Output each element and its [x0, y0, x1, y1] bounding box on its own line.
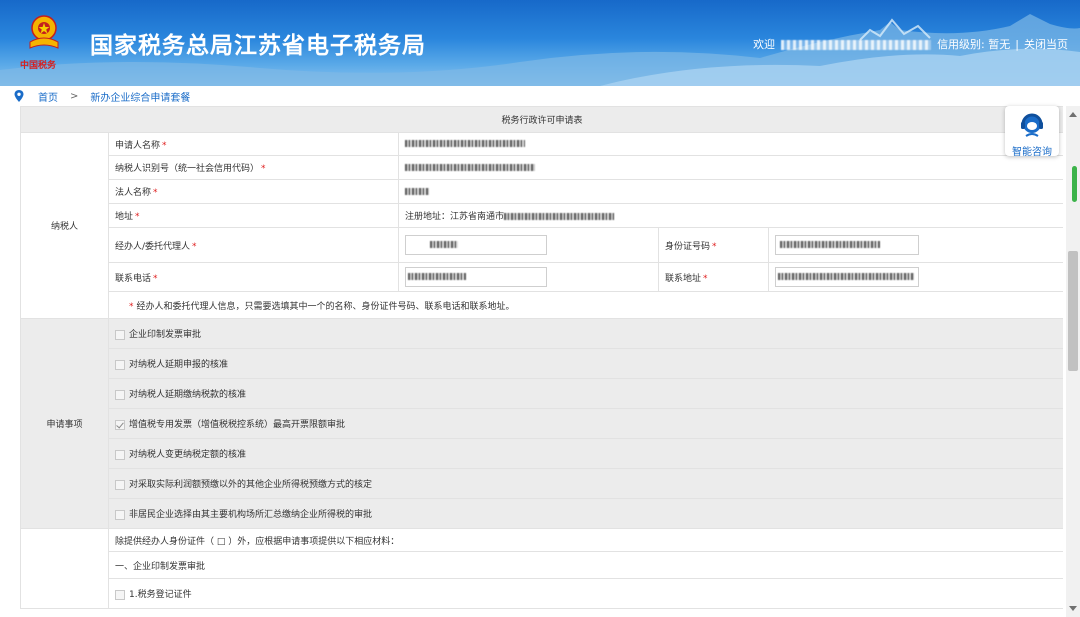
user-bar: 欢迎 信用级别: 暂无 | 关闭当页: [753, 36, 1068, 52]
phone-label: 联系电话 *: [108, 262, 399, 292]
phone-row: 联系电话 * 联系地址 *: [21, 262, 1063, 292]
materials-intro: 除提供经办人身份证件（ □ ）外，应根据申请事项提供以下相应材料：: [107, 528, 1063, 552]
breadcrumb: 首页 > 新办企业综合申请套餐: [0, 86, 1080, 106]
user-bar-separator: |: [1015, 38, 1019, 51]
matter-item-1: 企业印制发票审批: [107, 318, 1063, 349]
materials-heading-row: 一、企业印制发票审批: [21, 551, 1063, 579]
taxpayer-section-label: 纳税人: [20, 132, 109, 319]
matter-row-7: 非居民企业选择由其主要机构场所汇总缴纳企业所得税的审批: [21, 498, 1063, 529]
matter-item-5: 对纳税人变更纳税定额的核准: [107, 438, 1063, 469]
credit-value: 暂无: [988, 38, 1011, 51]
matter-item-6: 对采取实际利润额预缴以外的其他企业所得税预缴方式的核定: [107, 468, 1063, 499]
matter-checkbox-1[interactable]: [115, 329, 125, 340]
form-title: 税务行政许可申请表: [20, 106, 1063, 133]
materials-intro-row: 除提供经办人身份证件（ □ ）外，应根据申请事项提供以下相应材料：: [20, 528, 1063, 609]
address-label: 地址 *: [108, 203, 399, 228]
emblem-caption: 中国税务: [20, 61, 57, 71]
applicant-name-value: [397, 132, 1063, 156]
agent-row: 经办人/委托代理人 * 身份证号码 *: [21, 227, 1063, 263]
site-header: 中国税务 国家税务总局江苏省电子税务局 欢迎 信用级别: 暂无 | 关闭当页: [0, 0, 1080, 86]
matter-item-2: 对纳税人延期申报的核准: [107, 348, 1063, 379]
matter-row-2: 对纳税人延期申报的核准: [21, 348, 1063, 379]
id-number-cell: [767, 227, 1063, 263]
tax-emblem-icon: [29, 15, 59, 49]
side-indicator-tab[interactable]: [1072, 166, 1077, 202]
matter-checkbox-2[interactable]: [115, 359, 125, 370]
applicant-name-row: 纳税人 申请人名称 *: [20, 132, 1063, 319]
legal-person-row: 法人名称 *: [21, 179, 1063, 204]
application-form: 税务行政许可申请表 纳税人 申请人名称 * 纳税人识别号（统一社会信用代码） * 法…: [20, 106, 1063, 617]
scroll-down-arrow-icon[interactable]: [1069, 606, 1077, 611]
materials-item-1: 1.税务登记证件: [107, 578, 1063, 609]
contact-address-label: 联系地址 *: [658, 262, 769, 292]
headset-icon: [1021, 113, 1043, 137]
close-page-link[interactable]: 关闭当页: [1024, 38, 1068, 51]
matter-checkbox-5[interactable]: [115, 449, 125, 460]
applicant-name-label: 申请人名称 *: [108, 132, 399, 156]
taxpayer-id-row: 纳税人识别号（统一社会信用代码） *: [21, 155, 1063, 180]
matter-checkbox-6[interactable]: [115, 479, 125, 490]
scrollbar-thumb[interactable]: [1068, 251, 1078, 371]
address-value: 注册地址：江苏省南通市: [397, 203, 1063, 228]
taxpayer-id-value: [397, 155, 1063, 180]
scroll-up-arrow-icon[interactable]: [1069, 112, 1077, 117]
matter-item-7: 非居民企业选择由其主要机构场所汇总缴纳企业所得税的审批: [107, 498, 1063, 529]
matter-row-5: 对纳税人变更纳税定额的核准: [21, 438, 1063, 469]
materials-item-row: 1.税务登记证件: [21, 578, 1063, 609]
form-title-row: 税务行政许可申请表: [20, 106, 1063, 133]
phone-input[interactable]: [405, 267, 547, 287]
legal-person-label: 法人名称 *: [108, 179, 399, 204]
matter-checkbox-7[interactable]: [115, 509, 125, 520]
taxpayer-id-label: 纳税人识别号（统一社会信用代码） *: [108, 155, 399, 180]
matters-section-label: 申请事项: [20, 318, 109, 529]
matter-checkbox-3[interactable]: [115, 389, 125, 400]
legal-person-value: [397, 179, 1063, 204]
matter-item-4: 增值税专用发票（增值税税控系统）最高开票限额审批: [107, 408, 1063, 439]
breadcrumb-home-link[interactable]: 首页: [38, 89, 58, 104]
matter-item-3: 对纳税人延期缴纳税款的核准: [107, 378, 1063, 409]
agent-input[interactable]: [405, 235, 547, 255]
id-number-label: 身份证号码 *: [658, 227, 769, 263]
matter-row-3: 对纳税人延期缴纳税款的核准: [21, 378, 1063, 409]
materials-heading: 一、企业印制发票审批: [107, 551, 1063, 579]
address-row: 地址 * 注册地址：江苏省南通市: [21, 203, 1063, 228]
contact-address-input[interactable]: [775, 267, 919, 287]
agent-cell: [398, 227, 659, 263]
breadcrumb-separator: >: [70, 90, 79, 102]
matter-row-6: 对采取实际利润额预缴以外的其他企业所得税预缴方式的核定: [21, 468, 1063, 499]
user-name-redacted: [781, 40, 932, 50]
welcome-text: 欢迎: [753, 38, 776, 51]
breadcrumb-current[interactable]: 新办企业综合申请套餐: [90, 89, 190, 104]
location-pin-icon: [14, 90, 24, 102]
agent-note-row: * 经办人和委托代理人信息，只需要选填其中一个的名称、身份证件号码、联系电话和联系…: [21, 291, 1063, 319]
agent-note: * 经办人和委托代理人信息，只需要选填其中一个的名称、身份证件号码、联系电话和联系…: [107, 291, 1063, 319]
site-title: 国家税务总局江苏省电子税务局: [90, 32, 426, 58]
matter-checkbox-4[interactable]: [115, 419, 125, 430]
agent-label: 经办人/委托代理人 *: [108, 227, 399, 263]
matter-row-1: 申请事项 企业印制发票审批: [20, 318, 1063, 529]
contact-address-cell: [767, 262, 1063, 292]
credit-label: 信用级别:: [937, 38, 985, 51]
phone-cell: [398, 262, 659, 292]
materials-section-blank: [20, 528, 109, 609]
materials-checkbox-1[interactable]: [115, 589, 125, 600]
smart-consult-label: 智能咨询: [1012, 147, 1052, 158]
permit-application-table: 税务行政许可申请表 纳税人 申请人名称 * 纳税人识别号（统一社会信用代码） * 法…: [20, 106, 1063, 609]
smart-consult-button[interactable]: 智能咨询: [1005, 106, 1059, 158]
matter-row-4: 增值税专用发票（增值税税控系统）最高开票限额审批: [21, 408, 1063, 439]
id-number-input[interactable]: [775, 235, 919, 255]
